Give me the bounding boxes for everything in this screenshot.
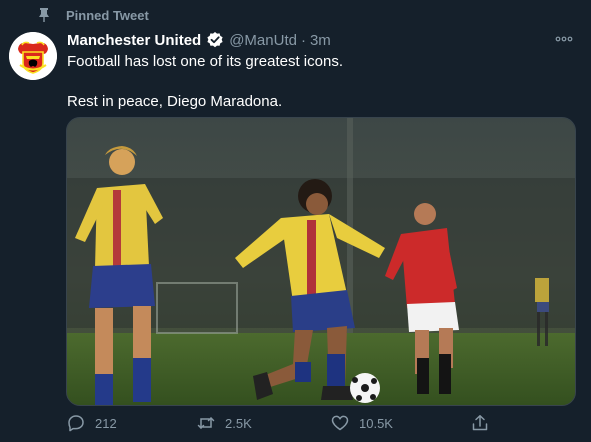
author-handle[interactable]: @ManUtd: [229, 32, 297, 49]
like-count: 10.5K: [359, 415, 393, 431]
retweet-button[interactable]: 2.5K: [197, 414, 252, 432]
separator-dot: ·: [300, 31, 306, 49]
tweet-text-line: Rest in peace, Diego Maradona.: [67, 93, 283, 110]
football-match-photo: [67, 118, 575, 405]
heart-icon: [331, 415, 349, 431]
tweet-text: Football has lost one of its greatest ic…: [67, 52, 567, 112]
share-icon: [472, 415, 488, 431]
more-options-button[interactable]: [555, 30, 573, 48]
tweet-actions: 212 2.5K 10.5K: [67, 414, 497, 436]
pinned-tweet-indicator: Pinned Tweet: [36, 7, 149, 23]
more-options-icon: [555, 36, 573, 42]
retweet-icon: [197, 417, 215, 429]
like-button[interactable]: 10.5K: [331, 414, 393, 432]
retweet-count: 2.5K: [225, 415, 252, 431]
avatar[interactable]: [9, 32, 57, 80]
tweet-timestamp[interactable]: 3m: [310, 32, 331, 49]
reply-button[interactable]: 212: [67, 414, 117, 432]
reply-count: 212: [95, 415, 117, 431]
tweet-header: Manchester United @ManUtd · 3m: [67, 31, 331, 49]
share-button[interactable]: [471, 414, 489, 432]
tweet-photo[interactable]: [66, 117, 576, 406]
reply-icon: [68, 415, 84, 432]
pinned-label: Pinned Tweet: [66, 7, 149, 23]
author-name[interactable]: Manchester United: [67, 32, 201, 49]
manchester-united-crest-icon: [9, 32, 57, 80]
verified-badge-icon: [207, 32, 223, 48]
pin-icon: [39, 8, 49, 22]
tweet-text-line: Football has lost one of its greatest ic…: [67, 53, 343, 70]
